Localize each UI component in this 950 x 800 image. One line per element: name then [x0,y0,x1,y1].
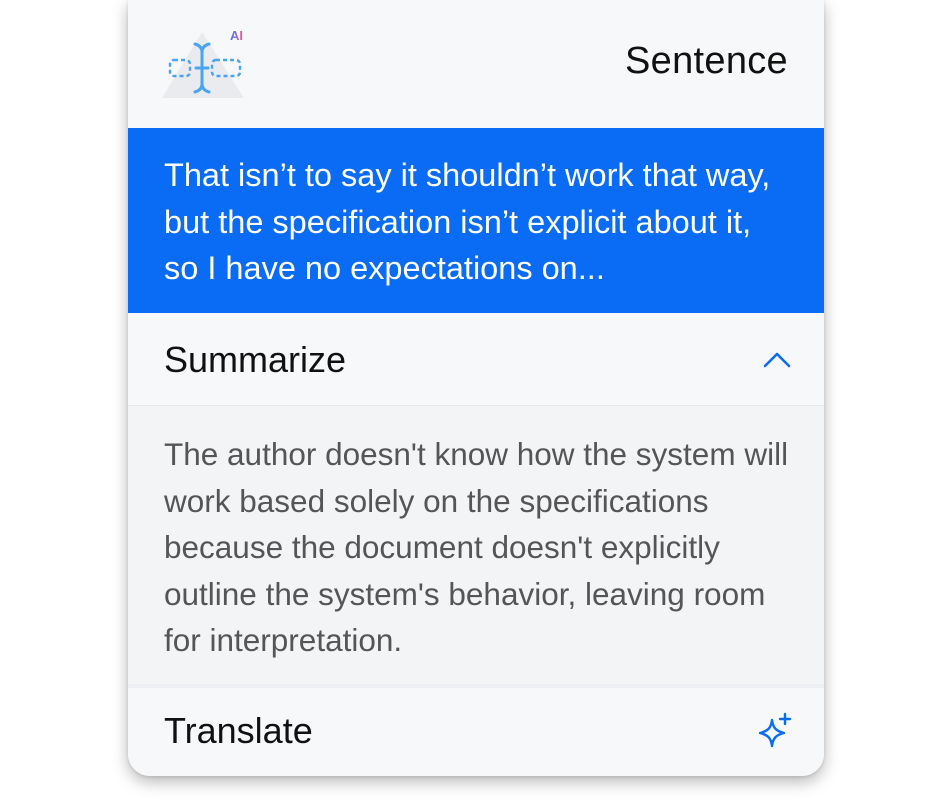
sparkle-icon[interactable] [756,712,794,750]
translate-label: Translate [164,710,313,751]
ai-assistant-card: AI Sentence That isn’t to say it shouldn… [128,0,824,776]
summary-result-text: The author doesn't know how the system w… [164,436,789,658]
selected-text-block[interactable]: That isn’t to say it shouldn’t work that… [128,128,824,313]
chevron-up-icon[interactable] [762,345,792,375]
card-header: AI Sentence [128,0,824,128]
ai-text-cursor-logo-icon: AI [162,28,244,98]
translate-section-header[interactable]: Translate [128,688,824,776]
mode-title: Sentence [625,40,788,82]
summary-result-panel: The author doesn't know how the system w… [128,406,824,684]
summarize-label: Summarize [164,339,347,380]
ai-badge: AI [230,28,243,43]
summarize-section-header[interactable]: Summarize [128,313,824,406]
selected-text: That isn’t to say it shouldn’t work that… [164,157,771,286]
